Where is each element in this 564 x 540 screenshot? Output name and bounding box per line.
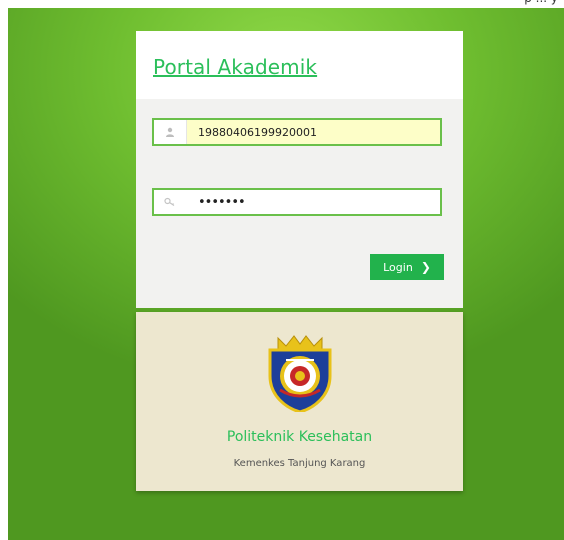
password-field[interactable] — [152, 188, 442, 216]
login-card-header: Portal Akademik — [136, 31, 463, 99]
login-form: Login ❯ — [136, 99, 463, 308]
page-title[interactable]: Portal Akademik — [153, 55, 317, 79]
top-strip: p ... y — [0, 0, 564, 8]
password-input[interactable] — [198, 192, 428, 212]
institution-subtitle: Kemenkes Tanjung Karang — [233, 458, 366, 469]
username-input[interactable] — [198, 122, 428, 142]
clipped-text: p ... y — [524, 0, 558, 5]
username-field[interactable] — [152, 118, 442, 146]
key-icon — [154, 190, 186, 214]
login-button-label: Login — [383, 260, 413, 274]
chevron-right-icon: ❯ — [420, 260, 431, 274]
user-icon — [154, 120, 187, 144]
institution-logo — [268, 335, 332, 412]
institution-name: Politeknik Kesehatan — [226, 429, 373, 445]
login-button[interactable]: Login ❯ — [370, 254, 444, 280]
institution-card: Politeknik Kesehatan Kemenkes Tanjung Ka… — [136, 312, 463, 491]
